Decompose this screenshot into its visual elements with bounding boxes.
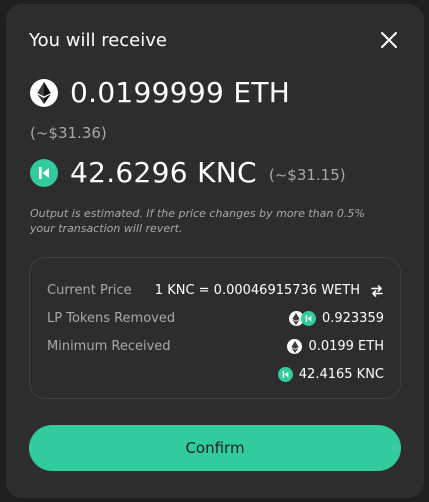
min-received-label: Minimum Received	[47, 339, 171, 354]
knc-icon	[300, 311, 316, 326]
estimate-note: Output is estimated. If the price change…	[30, 207, 365, 235]
swap-arrows-icon[interactable]	[370, 284, 384, 298]
eth-icon	[287, 339, 303, 354]
eth-icon	[30, 78, 58, 107]
lp-pair-icons	[288, 311, 316, 326]
eth-amount: 0.0199999 ETH	[70, 76, 291, 109]
trade-info-box: Current Price 1 KNC = 0.00046915736 WETH…	[29, 257, 401, 399]
min-received-eth: 0.0199 ETH	[287, 339, 384, 354]
current-price-label: Current Price	[47, 283, 132, 298]
receive-eth-row: 0.0199999 ETH	[30, 76, 290, 109]
close-icon[interactable]	[380, 31, 398, 49]
modal-title: You will receive	[29, 30, 167, 51]
knc-usd-value: (~$31.15)	[268, 165, 346, 184]
confirm-button[interactable]: Confirm	[29, 425, 401, 471]
receive-modal: You will receive 0.0199999 ETH (~$31.36)…	[6, 4, 424, 498]
lp-removed-amount: 0.923359	[321, 311, 384, 326]
receive-knc-row: 42.6296 KNC (~$31.15)	[30, 156, 346, 189]
knc-icon	[30, 158, 58, 187]
min-received-eth-amount: 0.0199 ETH	[308, 339, 384, 354]
lp-removed-label: LP Tokens Removed	[47, 311, 176, 326]
min-received-knc: 42.4165 KNC	[277, 367, 384, 382]
knc-icon	[277, 367, 293, 382]
min-received-knc-amount: 42.4165 KNC	[298, 367, 384, 382]
lp-removed-value: 0.923359	[288, 311, 384, 326]
eth-usd-value: (~$31.36)	[30, 124, 107, 142]
current-price-value: 1 KNC = 0.00046915736 WETH	[155, 283, 384, 298]
current-price-text: 1 KNC = 0.00046915736 WETH	[154, 283, 360, 298]
knc-amount: 42.6296 KNC	[70, 156, 257, 189]
